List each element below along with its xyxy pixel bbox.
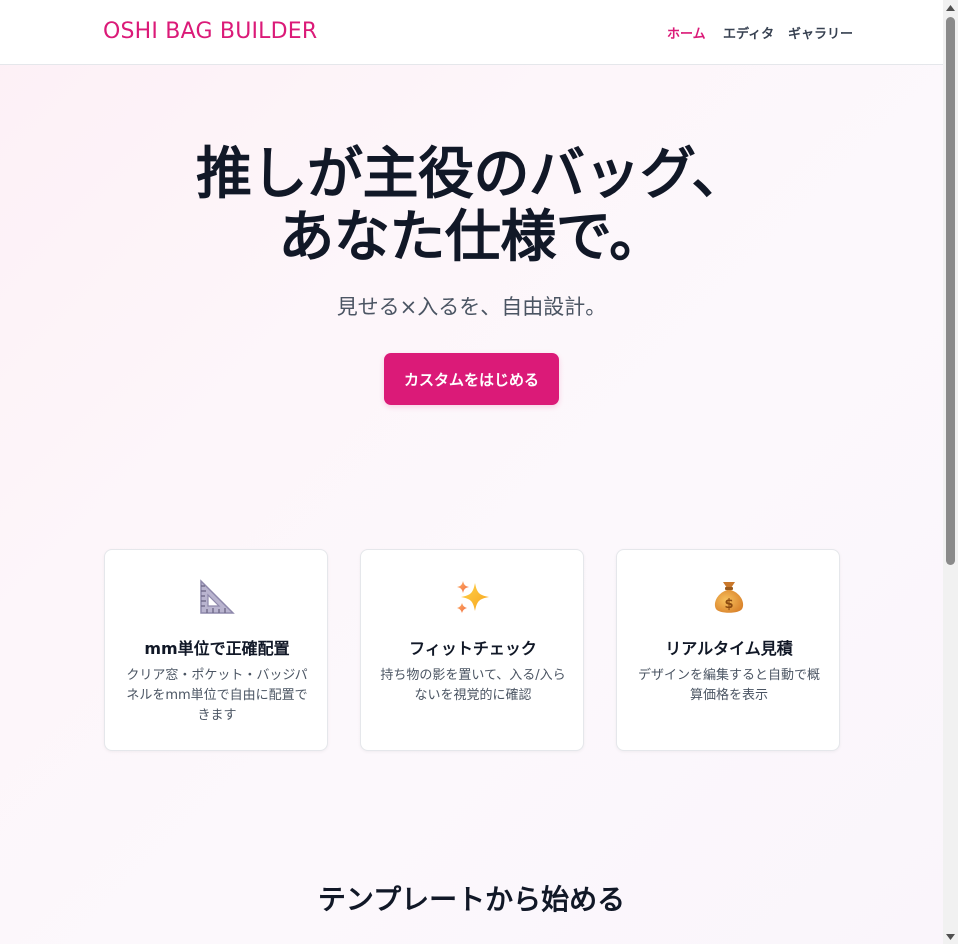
- nav-gallery-link[interactable]: ギャラリー: [788, 23, 853, 42]
- hero-subtitle: 見せる×入るを、自由設計。: [336, 295, 607, 319]
- triangle-ruler-icon: [105, 578, 329, 616]
- hero-title-line-1: 推しが主役のバッグ、: [195, 142, 748, 207]
- nav-editor-link[interactable]: エディタ: [723, 23, 774, 42]
- feature-description: クリア窓・ポケット・バッジパネルをmm単位で自由に配置できます: [126, 668, 308, 723]
- feature-card-realtime-estimate: $ リアルタイム見積 デザインを編集すると自動で概算価格を表示: [616, 549, 840, 751]
- main-nav: ホーム エディタ ギャラリー: [0, 23, 943, 43]
- sparkles-icon: [361, 578, 585, 616]
- money-bag-icon: $: [617, 578, 841, 616]
- svg-text:$: $: [724, 597, 733, 612]
- page-viewport: OSHI BAG BUILDER ホーム エディタ ギャラリー 推しが主役のバッ…: [0, 0, 943, 944]
- templates-title: テンプレートから始める: [317, 883, 626, 916]
- nav-home-link[interactable]: ホーム: [667, 23, 706, 42]
- site-header: OSHI BAG BUILDER ホーム エディタ ギャラリー: [0, 0, 943, 65]
- feature-title: フィットチェック: [409, 639, 537, 658]
- feature-description: デザインを編集すると自動で概算価格を表示: [637, 668, 820, 703]
- feature-card-fit-check: フィットチェック 持ち物の影を置いて、入る/入らないを視覚的に確認: [360, 549, 584, 751]
- feature-card-mm-placement: mm単位で正確配置 クリア窓・ポケット・バッジパネルをmm単位で自由に配置できま…: [104, 549, 328, 751]
- feature-description: 持ち物の影を置いて、入る/入らないを視覚的に確認: [380, 668, 566, 703]
- vertical-scrollbar[interactable]: [943, 0, 958, 944]
- hero-title-line-2: あなた仕様で。: [278, 205, 665, 270]
- hero-title: 推しが主役のバッグ、 あなた仕様で。: [0, 143, 943, 269]
- start-custom-button[interactable]: カスタムをはじめる: [384, 353, 559, 405]
- scrollbar-thumb[interactable]: [946, 17, 955, 565]
- scroll-down-arrow-icon[interactable]: [943, 929, 958, 944]
- feature-title: mm単位で正確配置: [144, 639, 290, 658]
- feature-title: リアルタイム見積: [665, 639, 793, 658]
- scroll-up-arrow-icon[interactable]: [943, 0, 958, 15]
